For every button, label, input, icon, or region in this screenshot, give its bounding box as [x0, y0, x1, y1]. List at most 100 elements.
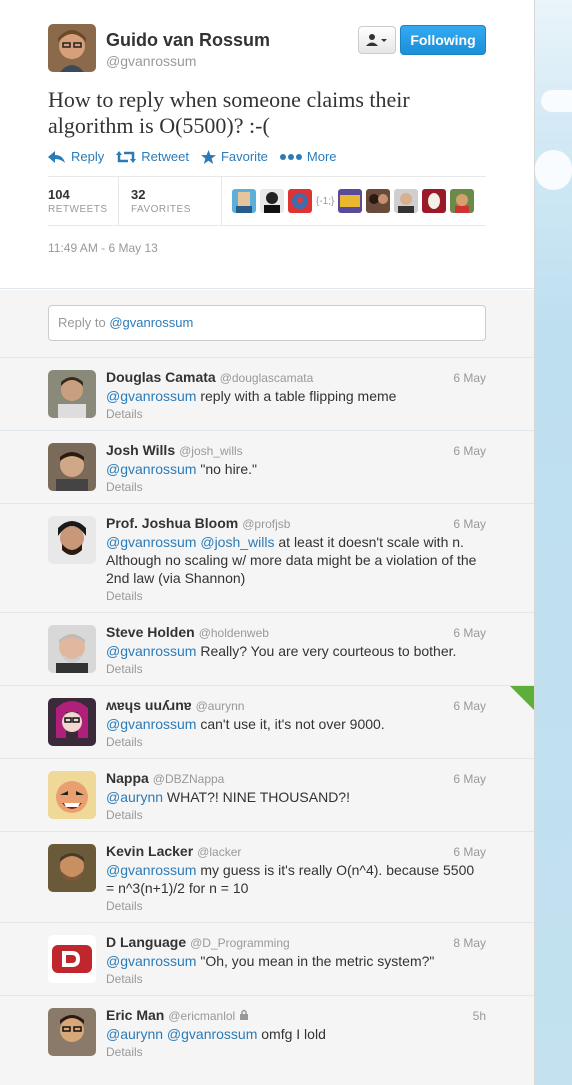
author-screenname[interactable]: @gvanrossum [106, 53, 270, 69]
corner-flag-icon [510, 686, 534, 710]
reply-text: @gvanrossum my guess is it's really O(n^… [106, 861, 486, 897]
avatar[interactable] [48, 370, 96, 418]
reply-time[interactable]: 6 May [453, 371, 486, 385]
reply-tweet[interactable]: ʍɐɥs uuʎɹnɐ @aurynn 6 May @gvanrossum can… [0, 686, 534, 759]
reply-body: WHAT?! NINE THOUSAND?! [163, 789, 350, 805]
reply-author-name[interactable]: Josh Wills [106, 442, 175, 458]
reply-tweet[interactable]: Josh Wills @josh_wills 6 May @gvanrossum … [0, 431, 534, 504]
reply-author-screenname[interactable]: @lacker [197, 845, 241, 859]
reply-author-name[interactable]: Steve Holden [106, 624, 195, 640]
reply-mention[interactable]: @aurynn @gvanrossum [106, 1026, 257, 1042]
reply-time[interactable]: 6 May [453, 517, 486, 531]
tweet-timestamp[interactable]: 11:49 AM - 6 May 13 [48, 241, 486, 255]
reply-author-name[interactable]: Kevin Lacker [106, 843, 193, 859]
favoriter-avatar[interactable] [232, 189, 256, 213]
tweet-text: How to reply when someone claims their a… [48, 87, 410, 138]
reply-tweet[interactable]: Steve Holden @holdenweb 6 May @gvanrossum… [0, 613, 534, 686]
more-action[interactable]: More [279, 149, 337, 164]
details-link[interactable]: Details [106, 589, 486, 603]
reply-tweet[interactable]: Eric Man @ericmanlol 5h @aurynn @gvanross… [0, 996, 534, 1068]
user-actions-button[interactable] [358, 26, 396, 54]
reply-author-name[interactable]: Douglas Camata [106, 369, 216, 385]
reply-author-screenname[interactable]: @DBZNappa [153, 772, 225, 786]
reply-author-screenname[interactable]: @douglascamata [220, 371, 314, 385]
reply-author-screenname[interactable]: @D_Programming [190, 936, 290, 950]
avatar[interactable] [48, 1008, 96, 1056]
reply-mention[interactable]: @gvanrossum [106, 953, 196, 969]
avatar[interactable] [48, 771, 96, 819]
reply-mention[interactable]: @gvanrossum [106, 716, 196, 732]
reply-time[interactable]: 8 May [453, 936, 486, 950]
avatar[interactable] [48, 443, 96, 491]
avatar[interactable] [48, 24, 96, 72]
reply-tweet[interactable]: Douglas Camata @douglascamata 6 May @gvan… [0, 358, 534, 431]
more-dots-icon [279, 153, 302, 160]
reply-body: omfg I lold [257, 1026, 326, 1042]
avatar[interactable] [48, 935, 96, 983]
tweet-actions: Reply Retweet Favorite More [48, 149, 486, 164]
favoriter-avatar[interactable] [260, 189, 284, 213]
favorite-action[interactable]: Favorite [200, 149, 268, 164]
reply-text: @aurynn @gvanrossum omfg I lold [106, 1025, 486, 1043]
favoriter-text-avatar[interactable]: {-1;} [316, 196, 334, 207]
reply-mention[interactable]: @aurynn [106, 789, 163, 805]
details-link[interactable]: Details [106, 972, 486, 986]
avatar[interactable] [48, 625, 96, 673]
following-button[interactable]: Following [400, 25, 486, 55]
reply-author-screenname[interactable]: @ericmanlol [168, 1009, 235, 1023]
reply-action[interactable]: Reply [48, 149, 104, 164]
details-link[interactable]: Details [106, 480, 486, 494]
avatar[interactable] [48, 698, 96, 746]
reply-author-screenname[interactable]: @aurynn [196, 699, 245, 713]
details-link[interactable]: Details [106, 407, 486, 421]
reply-time[interactable]: 5h [473, 1009, 486, 1023]
retweet-icon [116, 150, 137, 163]
reply-tweet[interactable]: Kevin Lacker @lacker 6 May @gvanrossum my… [0, 832, 534, 923]
reply-author-name[interactable]: Nappa [106, 770, 149, 786]
details-link[interactable]: Details [106, 1045, 486, 1059]
reply-author-name[interactable]: ʍɐɥs uuʎɹnɐ [106, 697, 192, 713]
favoriter-avatar[interactable] [422, 189, 447, 213]
details-link[interactable]: Details [106, 662, 486, 676]
reply-author-screenname[interactable]: @holdenweb [199, 626, 269, 640]
favoriter-avatar[interactable] [394, 189, 419, 213]
reply-author-name[interactable]: Prof. Joshua Bloom [106, 515, 238, 531]
reply-text: @aurynn WHAT?! NINE THOUSAND?! [106, 788, 486, 806]
reply-mention[interactable]: @gvanrossum [106, 388, 196, 404]
favoriters-avatars: {-1;} [221, 177, 478, 225]
reply-mention[interactable]: @gvanrossum [106, 862, 196, 878]
tweet-permalink-card: Guido van Rossum @gvanrossum Following H… [0, 0, 535, 1085]
retweets-stat[interactable]: 104 RETWEETS [48, 177, 118, 225]
details-link[interactable]: Details [106, 808, 486, 822]
reply-mention[interactable]: @gvanrossum [106, 643, 196, 659]
reply-time[interactable]: 6 May [453, 626, 486, 640]
user-dropdown-icon [366, 34, 387, 46]
favoriter-avatar[interactable] [288, 189, 312, 213]
reply-author-screenname[interactable]: @profjsb [242, 517, 290, 531]
reply-time[interactable]: 6 May [453, 699, 486, 713]
favoriter-avatar[interactable] [450, 189, 475, 213]
reply-time[interactable]: 6 May [453, 444, 486, 458]
reply-author-screenname[interactable]: @josh_wills [179, 444, 243, 458]
retweet-label: Retweet [141, 149, 189, 164]
reply-author-name[interactable]: D Language [106, 934, 186, 950]
reply-input[interactable]: Reply to @gvanrossum [48, 305, 486, 341]
avatar[interactable] [48, 844, 96, 892]
reply-mention[interactable]: @gvanrossum @josh_wills [106, 534, 274, 550]
reply-time[interactable]: 6 May [453, 845, 486, 859]
details-link[interactable]: Details [106, 899, 486, 913]
details-link[interactable]: Details [106, 735, 486, 749]
favoriter-avatar[interactable] [366, 189, 391, 213]
star-icon [200, 149, 216, 164]
reply-tweet[interactable]: Prof. Joshua Bloom @profjsb 6 May @gvanro… [0, 504, 534, 613]
author-fullname[interactable]: Guido van Rossum [106, 30, 270, 51]
reply-tweet[interactable]: Nappa @DBZNappa 6 May @aurynn WHAT?! NINE… [0, 759, 534, 832]
avatar[interactable] [48, 516, 96, 564]
reply-tweet[interactable]: D Language @D_Programming 8 May @gvanross… [0, 923, 534, 996]
retweet-action[interactable]: Retweet [116, 149, 189, 164]
favorites-stat[interactable]: 32 FAVORITES [118, 177, 217, 225]
reply-mention[interactable]: @gvanrossum [106, 461, 196, 477]
reply-author-name[interactable]: Eric Man [106, 1007, 164, 1023]
favoriter-avatar[interactable] [338, 189, 363, 213]
reply-time[interactable]: 6 May [453, 772, 486, 786]
